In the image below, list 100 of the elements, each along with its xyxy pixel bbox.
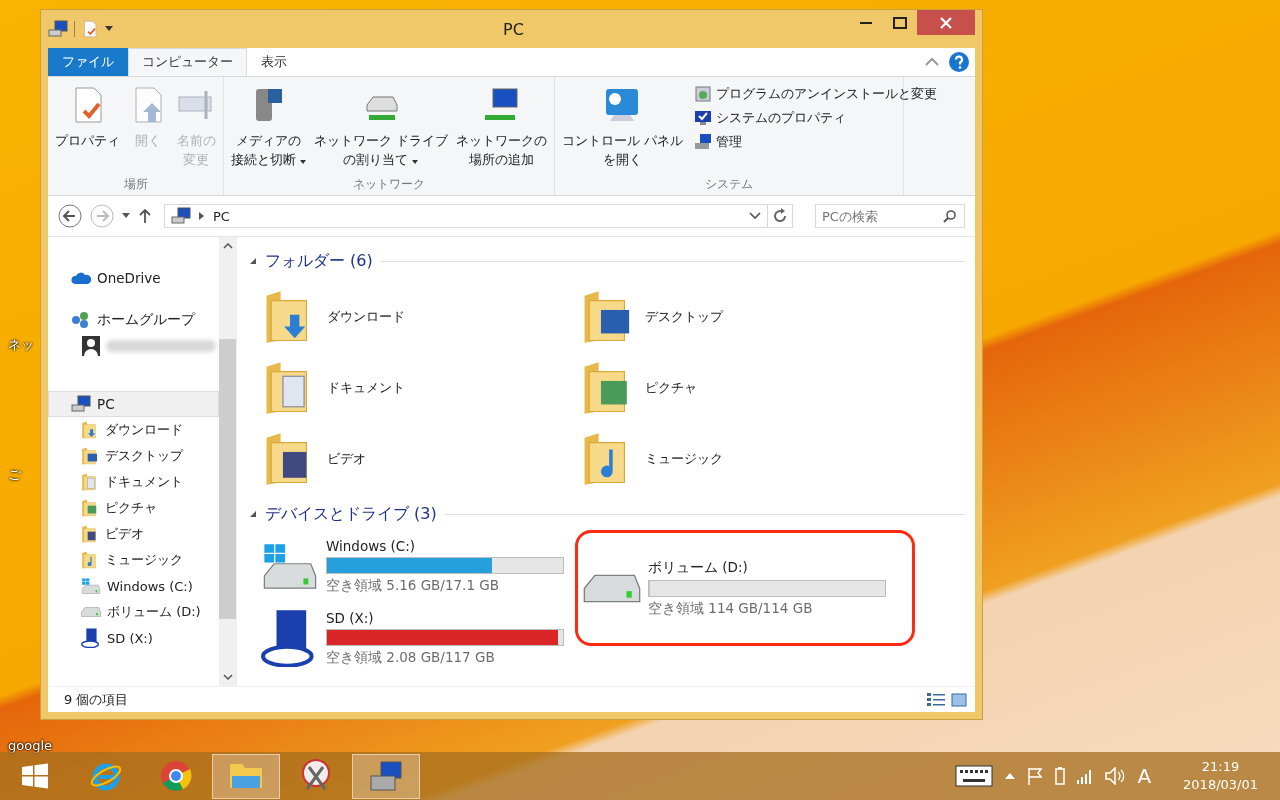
folder-icon [81, 473, 99, 491]
section-header: フォルダー (6) [265, 250, 373, 272]
folder-icon [81, 499, 99, 517]
highlighted-drive-item[interactable]: ボリューム (D:) 空き領域 114 GB/114 GB [575, 530, 915, 646]
ribbon-button[interactable]: ネットワークの 場所の追加 [452, 81, 550, 176]
show-hidden-icons-icon[interactable] [1005, 772, 1016, 780]
refresh-button[interactable] [767, 204, 793, 228]
free-space-text: 空き領域 5.16 GB/17.1 GB [326, 576, 500, 595]
chrome-logo-icon [159, 759, 193, 793]
free-space-text: 空き領域 2.08 GB/117 GB [326, 648, 496, 667]
drive-name: ボリューム (D:) [648, 558, 749, 577]
folder-item[interactable]: ピクチャ [581, 352, 899, 423]
up-arrow-icon[interactable] [138, 208, 152, 224]
back-button[interactable] [58, 204, 82, 228]
document-check-icon [81, 20, 99, 38]
signal-bars-icon[interactable] [1077, 768, 1094, 784]
nav-item[interactable]: ホームグループ [48, 307, 219, 333]
scroll-up-icon[interactable] [222, 243, 233, 249]
details-view-icon[interactable] [927, 691, 945, 708]
drive-name: SD (X:) [326, 609, 375, 626]
item-count: 9 個の項目 [64, 690, 129, 709]
folder-icon [81, 421, 99, 439]
ribbon-tab[interactable]: コンピューター [128, 48, 247, 76]
drive-name: Windows (C:) [326, 537, 417, 554]
folder-item[interactable]: ビデオ [263, 423, 581, 494]
caret-icon[interactable] [105, 26, 113, 32]
expanded-triangle-icon[interactable] [249, 257, 257, 265]
maximize-icon [893, 17, 907, 29]
hard-drive-icon [261, 542, 319, 590]
ribbon-button[interactable]: ネットワーク ドライブ の割り当て [311, 81, 451, 176]
scrollbar[interactable] [219, 237, 236, 686]
computer-icon [71, 395, 91, 413]
ribbon-tab[interactable]: 表示 [247, 48, 301, 76]
nav-item[interactable]: ダウンロード [48, 417, 219, 443]
ribbon-button[interactable]: メディアの 接続と切断 [228, 81, 309, 176]
ribbon-button[interactable]: コントロール パネル を開く [558, 81, 686, 176]
ribbon-button[interactable]: プロパティ [52, 81, 123, 176]
ribbon-group-label: システム [703, 176, 754, 193]
ribbon-button[interactable]: 管理 [693, 133, 937, 151]
program-box-icon [693, 85, 712, 103]
nav-item[interactable]: ピクチャ [48, 495, 219, 521]
window-title: PC [502, 19, 525, 39]
nav-item[interactable]: OneDrive [48, 265, 219, 291]
ribbon-tab[interactable]: ファイル [48, 48, 128, 76]
nav-item[interactable]: SD (X:) [48, 625, 219, 651]
nav-item[interactable]: ドキュメント [48, 469, 219, 495]
nav-item[interactable]: Windows (C:) [48, 573, 219, 599]
minimize-icon [860, 22, 872, 24]
help-icon[interactable] [949, 52, 969, 72]
folder-icon [81, 447, 99, 465]
folder-item[interactable]: ダウンロード [263, 281, 581, 352]
flag-icon[interactable] [1027, 767, 1044, 785]
hard-drive-icon [81, 578, 101, 594]
homegroup-icon [71, 311, 91, 329]
refresh-icon [772, 208, 788, 224]
ribbon-button[interactable]: プログラムのアンインストールと変更 [693, 85, 937, 103]
close-button[interactable] [917, 10, 975, 35]
ribbon-button[interactable]: システムのプロパティ [693, 109, 937, 127]
speaker-icon[interactable] [1105, 767, 1126, 785]
address-bar[interactable]: PC [164, 204, 768, 228]
breadcrumb-arrow-icon [199, 212, 205, 220]
scroll-down-icon[interactable] [222, 674, 233, 680]
windows-logo-icon [22, 763, 48, 789]
expanded-triangle-icon[interactable] [249, 510, 257, 518]
folder-icon [81, 551, 99, 569]
free-space-text: 空き領域 114 GB/114 GB [648, 599, 814, 618]
drive-item[interactable]: SD (X:) 空き領域 2.08 GB/117 GB [257, 602, 575, 674]
ribbon-group-label: ネットワーク [352, 176, 426, 193]
keyboard-icon[interactable] [955, 765, 994, 787]
monitor-check-icon [693, 109, 712, 127]
folder-item[interactable]: デスクトップ [581, 281, 899, 352]
user-avatar-icon [82, 336, 100, 356]
hard-drive-icon [81, 607, 101, 617]
computer-icon [171, 207, 191, 225]
cloud-icon [71, 271, 91, 285]
battery-icon[interactable] [1055, 767, 1066, 785]
search-icon[interactable] [943, 209, 957, 223]
drive-item[interactable]: Windows (C:) 空き領域 5.16 GB/17.1 GB [257, 530, 575, 602]
nav-item[interactable]: PC [48, 391, 219, 417]
computer-icon [48, 20, 68, 38]
folder-icon [81, 525, 99, 543]
folder-item[interactable]: ドキュメント [263, 352, 581, 423]
chevron-down-icon[interactable] [749, 212, 761, 220]
close-icon [940, 16, 952, 29]
taskbar-app[interactable] [352, 753, 420, 799]
nav-item[interactable]: ボリューム (D:) [48, 599, 219, 625]
computer-management-icon [369, 759, 403, 793]
nav-item[interactable]: デスクトップ [48, 443, 219, 469]
nav-item[interactable]: ビデオ [48, 521, 219, 547]
large-icons-view-icon[interactable] [951, 692, 967, 707]
folder-item[interactable]: ミュージック [581, 423, 899, 494]
sd-card-icon [81, 628, 101, 648]
caret-icon[interactable] [122, 213, 130, 219]
search-field[interactable]: PCの検索 [815, 204, 965, 228]
section-header: デバイスとドライブ (3) [265, 503, 437, 525]
ribbon-group-label: 場所 [122, 176, 149, 193]
hard-drive-icon [583, 573, 641, 603]
collapse-ribbon-icon[interactable] [925, 57, 939, 67]
nav-item[interactable]: ミュージック [48, 547, 219, 573]
computer-management-icon [693, 133, 712, 151]
